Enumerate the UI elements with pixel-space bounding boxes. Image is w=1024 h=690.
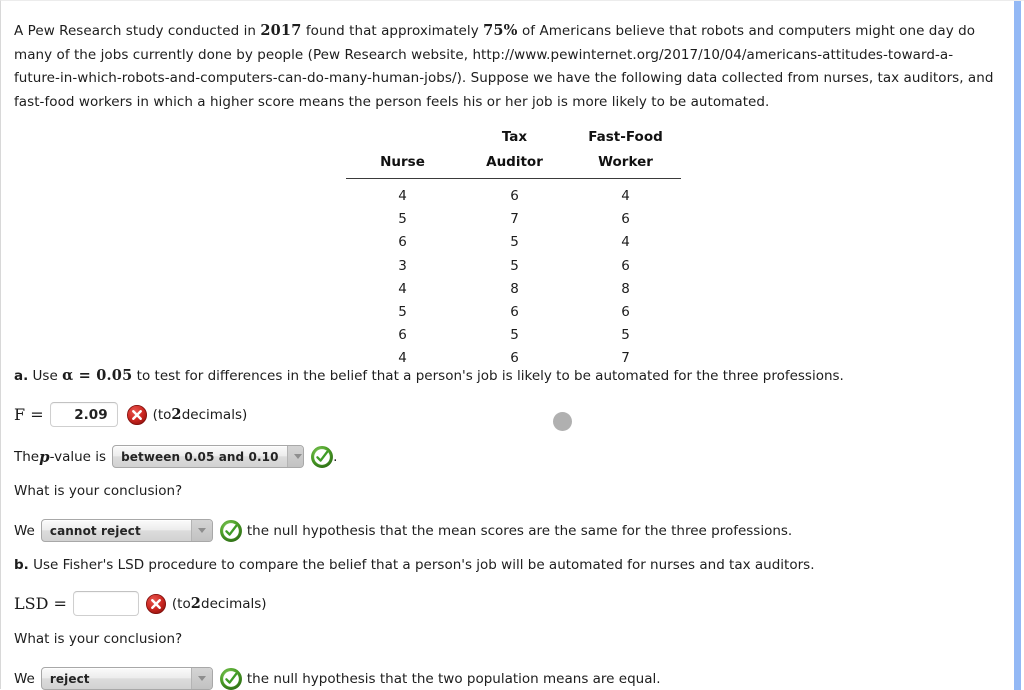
lsd-hint-close: decimals) xyxy=(201,595,267,612)
table-cell: 5 xyxy=(398,211,407,228)
f-answer-row: F = (to 2 decimals) xyxy=(14,402,997,427)
part-a-conclusion-dropdown[interactable]: cannot reject xyxy=(40,519,213,542)
f-value-input[interactable] xyxy=(49,402,118,427)
part-b-conclusion-dropdown[interactable]: reject xyxy=(40,667,213,690)
header-nurse: Nurse xyxy=(346,151,459,179)
table-cell: 4 xyxy=(621,188,630,204)
table-body: 4 6 4 5 7 6 6 5 4 3 5 6 4 8 8 5 6 6 6 5 5 4 6 7 xyxy=(346,179,681,370)
part-a-text-before: Use xyxy=(28,368,63,384)
content-area: A Pew Research study conducted in 2017 f… xyxy=(1,1,1011,690)
table-cell: 4 xyxy=(398,188,407,204)
f-hint-close: decimals) xyxy=(181,406,248,423)
page-root: A Pew Research study conducted in 2017 f… xyxy=(0,0,1024,690)
correct-icon xyxy=(219,519,242,542)
table-cell: 6 xyxy=(621,211,630,228)
table-cell: 6 xyxy=(398,234,407,251)
pvalue-p-symbol: p xyxy=(39,447,50,466)
header-worker: Worker xyxy=(570,151,681,179)
table-header-row-bottom: Nurse Auditor Worker xyxy=(346,151,681,179)
f-label: F = xyxy=(14,405,44,424)
part-a-conclusion-row: We cannot reject the null hypothesis tha… xyxy=(14,519,997,542)
table-row: 5 6 6 xyxy=(346,300,681,323)
part-a-label: a. xyxy=(14,368,29,384)
table-cell: 4 xyxy=(398,350,407,367)
table-cell: 8 xyxy=(510,280,519,297)
pvalue-trailing-period: . xyxy=(333,448,338,465)
part-b-prompt: b. Use Fisher's LSD procedure to compare… xyxy=(14,555,997,575)
table-row: 6 5 4 xyxy=(346,231,681,254)
table-cell: 5 xyxy=(398,303,407,320)
intro-text-1: A Pew Research study conducted in xyxy=(14,23,261,39)
table-cell: 6 xyxy=(621,303,630,320)
part-b-conclusion-text: the null hypothesis that the two populat… xyxy=(246,670,661,687)
f-hint-open: (to xyxy=(152,406,172,423)
part-a-text-after: to test for differences in the belief th… xyxy=(132,368,844,384)
pvalue-prefix-1: The xyxy=(14,448,40,465)
header-top-blank xyxy=(346,126,459,151)
intro-paragraph: A Pew Research study conducted in 2017 f… xyxy=(14,19,997,114)
part-a-conclusion-value: cannot reject xyxy=(49,523,141,538)
lsd-label: LSD = xyxy=(14,594,67,613)
intro-text-2: found that approximately xyxy=(301,23,484,39)
intro-year: 2017 xyxy=(260,22,302,39)
table-row: 3 5 6 xyxy=(346,254,681,277)
part-b-conclusion-prompt: What is your conclusion? xyxy=(14,631,183,647)
table-cell: 8 xyxy=(621,280,630,297)
f-hint-decimals: 2 xyxy=(171,406,182,423)
pvalue-row: The p -value is between 0.05 and 0.10 . xyxy=(14,445,997,468)
table-cell: 6 xyxy=(510,188,519,204)
table-cell: 6 xyxy=(510,350,519,367)
part-b-text: Use Fisher's LSD procedure to compare th… xyxy=(28,557,815,573)
table-cell: 5 xyxy=(510,327,519,344)
table-row: 6 5 5 xyxy=(346,324,681,347)
header-top-tax: Tax xyxy=(501,129,528,145)
table-cell: 6 xyxy=(621,257,630,274)
part-a-conclusion-text: the null hypothesis that the mean scores… xyxy=(246,522,793,539)
table-header-row-top: Tax Fast-Food xyxy=(346,126,681,151)
lsd-answer-row: LSD = (to 2 decimals) xyxy=(14,591,997,616)
table-row: 4 6 4 xyxy=(346,179,681,208)
vertical-scrollbar-thumb[interactable] xyxy=(1014,1,1021,690)
table-row: 4 8 8 xyxy=(346,277,681,300)
intro-percent: 75% xyxy=(483,22,518,39)
part-b-conclusion-value: reject xyxy=(49,671,90,686)
cursor-dot-indicator xyxy=(553,412,572,431)
automation-scores-table: Tax Fast-Food Nurse Auditor Worker 4 6 4 5 7… xyxy=(346,126,681,370)
lsd-hint-open: (to xyxy=(171,595,191,612)
part-b-label: b. xyxy=(14,557,29,573)
part-b-conclusion-row: We reject the null hypothesis that the t… xyxy=(14,667,997,690)
table-cell: 4 xyxy=(398,280,407,297)
table-row: 5 7 6 xyxy=(346,208,681,231)
pvalue-dropdown[interactable]: between 0.05 and 0.10 xyxy=(112,445,305,468)
chevron-down-icon[interactable] xyxy=(190,668,212,689)
lsd-value-input[interactable] xyxy=(72,591,139,616)
chevron-down-icon[interactable] xyxy=(286,446,304,467)
incorrect-icon xyxy=(126,404,148,426)
table-cell: 7 xyxy=(510,211,519,228)
table-cell: 5 xyxy=(510,257,519,274)
lsd-hint-decimals: 2 xyxy=(190,595,202,612)
part-a-we-label: We xyxy=(14,522,35,539)
table-cell: 7 xyxy=(621,350,630,367)
data-table-wrapper: Tax Fast-Food Nurse Auditor Worker 4 6 4 5 7… xyxy=(14,126,997,431)
part-a-alpha: α = 0.05 xyxy=(62,367,133,384)
chevron-down-icon[interactable] xyxy=(190,520,212,541)
table-cell: 6 xyxy=(398,327,407,344)
table-cell: 3 xyxy=(398,257,407,274)
incorrect-icon xyxy=(145,593,167,615)
table-cell: 5 xyxy=(621,327,630,344)
header-auditor: Auditor xyxy=(459,151,570,179)
correct-icon xyxy=(311,445,334,468)
correct-icon xyxy=(219,667,242,690)
table-row: 4 6 7 xyxy=(346,347,681,370)
vertical-scrollbar-track[interactable] xyxy=(1012,1,1024,690)
header-top-fastfood: Fast-Food xyxy=(588,129,663,145)
pvalue-prefix-2: -value is xyxy=(49,448,107,465)
table-cell: 4 xyxy=(621,234,630,251)
part-b-we-label: We xyxy=(14,670,35,687)
part-a-conclusion-prompt: What is your conclusion? xyxy=(14,483,183,499)
table-cell: 6 xyxy=(510,303,519,320)
pvalue-dropdown-value: between 0.05 and 0.10 xyxy=(121,449,279,464)
table-cell: 5 xyxy=(510,234,519,251)
